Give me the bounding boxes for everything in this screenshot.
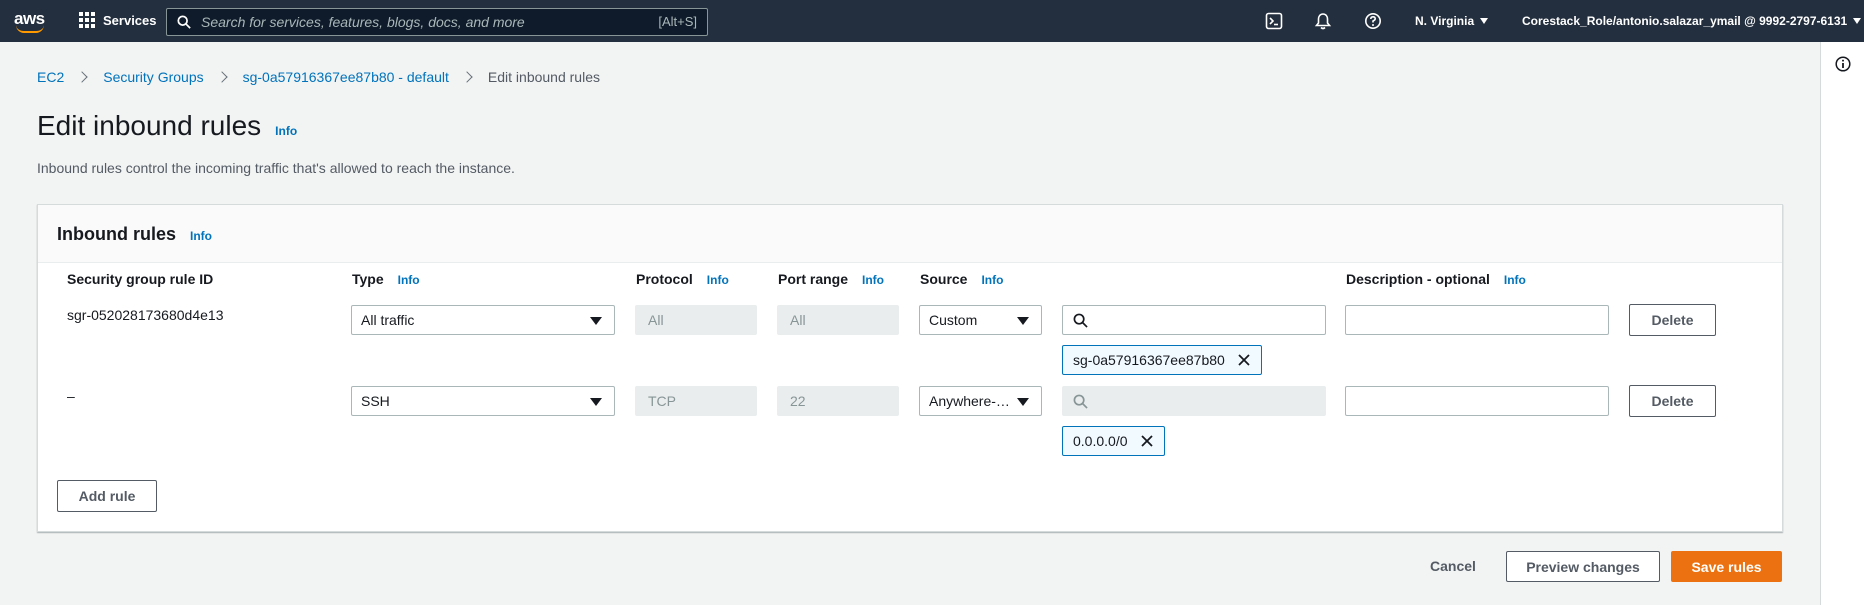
save-rules-button[interactable]: Save rules [1671, 551, 1782, 582]
port-range-info-link[interactable]: Info [862, 273, 884, 287]
global-search[interactable]: [Alt+S] [166, 8, 708, 36]
close-icon[interactable] [1140, 434, 1154, 448]
column-header-description: Description - optional Info [1346, 271, 1526, 287]
type-select[interactable]: All traffic [351, 305, 615, 335]
services-menu-button[interactable]: Services [79, 12, 157, 28]
source-token-label: 0.0.0.0/0 [1073, 433, 1128, 449]
description-input[interactable] [1345, 386, 1609, 416]
page-description: Inbound rules control the incoming traff… [37, 160, 515, 176]
inbound-rules-panel: Inbound rules Info Security group rule I… [37, 204, 1783, 532]
caret-down-icon [590, 317, 602, 325]
type-select-value: All traffic [361, 312, 415, 328]
source-search-field[interactable] [1062, 305, 1326, 335]
chevron-right-icon [76, 71, 88, 83]
protocol-field: TCP [635, 386, 757, 416]
cloudshell-icon[interactable] [1265, 12, 1283, 30]
page-title-row: Edit inbound rules Info [37, 110, 297, 142]
help-icon[interactable] [1364, 12, 1382, 30]
search-shortcut: [Alt+S] [658, 14, 697, 29]
grid-icon [79, 12, 95, 28]
panel-header: Inbound rules Info [38, 205, 1782, 263]
delete-rule-button[interactable]: Delete [1629, 304, 1716, 336]
protocol-field: All [635, 305, 757, 335]
caret-down-icon [590, 398, 602, 406]
column-header-rule-id: Security group rule ID [67, 271, 213, 287]
protocol-info-link[interactable]: Info [707, 273, 729, 287]
type-info-link[interactable]: Info [398, 273, 420, 287]
source-select-value: Anywhere-… [929, 393, 1010, 409]
bell-icon[interactable] [1314, 12, 1332, 30]
region-label: N. Virginia [1415, 14, 1475, 28]
source-select[interactable]: Custom [919, 305, 1042, 335]
source-info-link[interactable]: Info [981, 273, 1003, 287]
panel-info-link[interactable]: Info [190, 229, 212, 243]
caret-down-icon [1480, 18, 1489, 24]
breadcrumb-current: Edit inbound rules [487, 69, 600, 85]
rule-id-cell: sgr-052028173680d4e13 [67, 307, 224, 323]
column-header-label: Description - optional [1346, 271, 1490, 287]
search-icon [1073, 313, 1088, 328]
breadcrumb-ec2[interactable]: EC2 [37, 69, 64, 85]
breadcrumb-security-groups[interactable]: Security Groups [103, 69, 203, 85]
search-icon [1073, 394, 1088, 409]
region-selector[interactable]: N. Virginia [1415, 14, 1489, 28]
logo-smile [16, 25, 44, 33]
page-info-link[interactable]: Info [275, 124, 297, 138]
search-input[interactable] [201, 14, 641, 30]
chevron-right-icon [461, 71, 473, 83]
column-header-label: Security group rule ID [67, 271, 214, 287]
account-menu[interactable]: Corestack_Role/antonio.salazar_ymail @ 9… [1522, 14, 1862, 28]
caret-down-icon [1017, 317, 1029, 325]
preview-changes-button[interactable]: Preview changes [1506, 551, 1660, 582]
source-select[interactable]: Anywhere-… [919, 386, 1042, 416]
description-input[interactable] [1345, 305, 1609, 335]
top-navigation: aws Services [Alt+S] N. Virginia Coresta… [0, 0, 1864, 42]
source-search-field [1062, 386, 1326, 416]
delete-rule-button[interactable]: Delete [1629, 385, 1716, 417]
right-rail [1820, 42, 1864, 605]
column-header-label: Port range [778, 271, 849, 287]
column-header-type: Type Info [352, 271, 420, 287]
port-range-field: All [777, 305, 899, 335]
column-header-port-range: Port range Info [778, 271, 884, 287]
source-token-label: sg-0a57916367ee87b80 [1073, 352, 1225, 368]
source-select-value: Custom [929, 312, 978, 328]
panel-title-row: Inbound rules Info [57, 224, 212, 245]
source-token: sg-0a57916367ee87b80 [1062, 345, 1262, 375]
close-icon[interactable] [1237, 353, 1251, 367]
column-header-source: Source Info [920, 271, 1003, 287]
source-token: 0.0.0.0/0 [1062, 426, 1165, 456]
page-title: Edit inbound rules [37, 110, 262, 141]
services-label: Services [103, 12, 157, 28]
search-icon [177, 15, 191, 29]
aws-logo[interactable]: aws [14, 9, 50, 33]
column-header-label: Type [352, 271, 384, 287]
caret-down-icon [1853, 18, 1862, 24]
type-select-value: SSH [361, 393, 390, 409]
type-select[interactable]: SSH [351, 386, 615, 416]
account-label: Corestack_Role/antonio.salazar_ymail @ 9… [1522, 14, 1848, 28]
add-rule-button[interactable]: Add rule [57, 480, 157, 512]
rule-id-cell: – [67, 388, 75, 404]
info-icon[interactable] [1835, 56, 1851, 72]
column-header-label: Protocol [636, 271, 693, 287]
description-info-link[interactable]: Info [1504, 273, 1526, 287]
column-header-protocol: Protocol Info [636, 271, 729, 287]
breadcrumb-security-group[interactable]: sg-0a57916367ee87b80 - default [243, 69, 449, 85]
column-header-label: Source [920, 271, 968, 287]
cancel-button[interactable]: Cancel [1430, 558, 1476, 574]
port-range-field: 22 [777, 386, 899, 416]
panel-title: Inbound rules [57, 224, 176, 244]
caret-down-icon [1017, 398, 1029, 406]
breadcrumb: EC2 Security Groups sg-0a57916367ee87b80… [37, 69, 600, 85]
chevron-right-icon [215, 71, 228, 83]
